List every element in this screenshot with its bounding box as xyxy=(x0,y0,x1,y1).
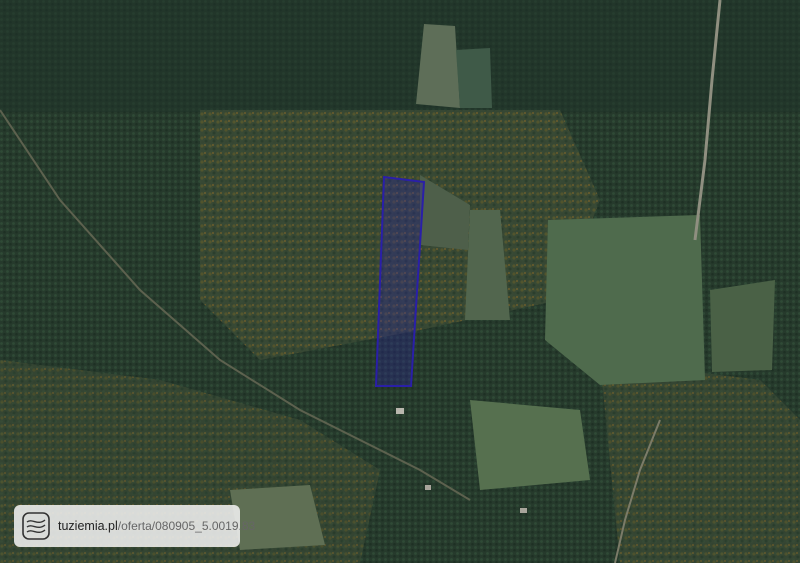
meadow-east-2 xyxy=(710,280,775,372)
meadow-east xyxy=(545,215,705,385)
watermark: tuziemia.pl/oferta/080905_5.0019.83 xyxy=(14,505,255,547)
watermark-path: /oferta/080905_5.0019.83 xyxy=(117,519,256,533)
mixed-forest-3 xyxy=(600,360,800,563)
building xyxy=(520,508,527,513)
satellite-map[interactable]: tuziemia.pl/oferta/080905_5.0019.83 xyxy=(0,0,800,563)
satellite-imagery xyxy=(0,0,800,563)
terrain-contour-logo-icon xyxy=(22,512,50,540)
top-dark-band xyxy=(0,0,800,112)
watermark-text: tuziemia.pl/oferta/080905_5.0019.83 xyxy=(58,519,255,533)
meadow-south xyxy=(470,400,590,490)
meadow-southwest xyxy=(230,485,325,550)
building xyxy=(396,408,404,414)
building xyxy=(425,485,431,490)
watermark-domain: tuziemia.pl xyxy=(58,519,118,533)
top-clearing-2 xyxy=(456,48,492,108)
